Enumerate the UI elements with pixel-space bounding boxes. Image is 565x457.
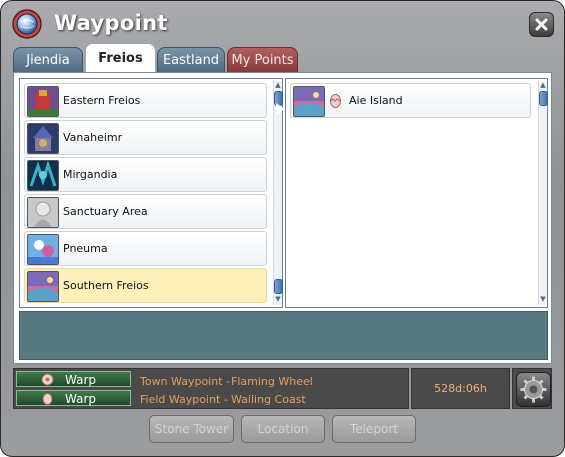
field-waypoint-label: Field Waypoint - [140,393,228,406]
teleport-button[interactable]: Teleport [332,415,416,443]
description-panel [19,311,548,360]
region-item-label: Eastern Freios [63,94,141,107]
selection-pointer-arrow [276,103,285,115]
scroll-up-arrow-icon[interactable]: ▲ [274,81,282,89]
eastern-freios-thumbnail [27,86,59,117]
stone-tower-button[interactable]: Stone Tower [149,415,234,443]
field-warp-button[interactable]: Warp [16,390,131,406]
town-warp-button[interactable]: Warp [16,371,131,387]
region-item-mirgandia[interactable]: Mirgandia [24,157,267,192]
region-item-sanctuary-area[interactable]: Sanctuary Area [24,194,267,229]
close-button[interactable] [529,12,554,37]
tab-freios[interactable]: Freios [85,43,156,74]
destination-list: Aie Island ▲ ▼ [285,78,548,308]
town-warp-label: Warp [65,373,97,387]
waypoint-globe-icon [12,9,42,39]
town-waypoint-label: Town Waypoint - [140,375,230,388]
field-waypoint-icon [42,393,53,405]
waypoint-window: Waypoint Jiendia Freios Eastland My Poin… [0,0,565,457]
scroll-down-arrow-icon[interactable]: ▼ [274,295,282,303]
field-waypoint-value: Wailing Coast [231,393,306,406]
aie-island-thumbnail [293,86,325,117]
settings-box [512,368,552,409]
scroll-down-arrow-icon[interactable]: ▼ [539,295,547,303]
settings-button[interactable] [516,372,551,407]
town-waypoint-icon [41,373,54,386]
waypoint-panel: Eastern Freios Vanaheimr Mirgandia Sanct… [13,72,552,364]
region-list: Eastern Freios Vanaheimr Mirgandia Sanct… [19,78,283,308]
timer-display: 528d:06h [411,368,510,409]
region-item-label: Pneuma [63,242,108,255]
region-item-label: Mirgandia [63,168,118,181]
vanaheimr-thumbnail [27,123,59,154]
tab-eastland[interactable]: Eastland [157,47,225,73]
close-icon [535,18,548,31]
region-item-pneuma[interactable]: Pneuma [24,231,267,266]
egg-icon [330,94,341,108]
destination-item-aie-island[interactable]: Aie Island [290,83,531,118]
region-item-eastern-freios[interactable]: Eastern Freios [24,83,267,118]
destination-list-scrollbar[interactable]: ▲ ▼ [538,81,548,305]
field-warp-label: Warp [65,392,97,406]
mirgandia-thumbnail [27,160,59,191]
sanctuary-area-thumbnail [27,197,59,228]
window-title: Waypoint [54,11,168,35]
scrollbar-thumb-bottom[interactable] [274,279,283,294]
region-item-label: Vanaheimr [63,131,123,144]
waypoint-info-bar: Warp Warp Town Waypoint - Flaming Wheel … [13,368,409,409]
destination-item-label: Aie Island [349,94,403,107]
tab-my-points[interactable]: My Points [227,47,298,73]
southern-freios-thumbnail [27,271,59,302]
region-item-label: Southern Freios [63,279,149,292]
scrollbar-thumb[interactable] [539,91,548,106]
pneuma-thumbnail [27,234,59,265]
region-item-label: Sanctuary Area [63,205,148,218]
gear-icon [520,376,547,403]
region-item-vanaheimr[interactable]: Vanaheimr [24,120,267,155]
tab-jiendia[interactable]: Jiendia [13,47,83,73]
location-button[interactable]: Location [241,415,325,443]
town-waypoint-value: Flaming Wheel [231,375,313,388]
scroll-up-arrow-icon[interactable]: ▲ [539,81,547,89]
region-item-southern-freios[interactable]: Southern Freios [24,268,267,303]
